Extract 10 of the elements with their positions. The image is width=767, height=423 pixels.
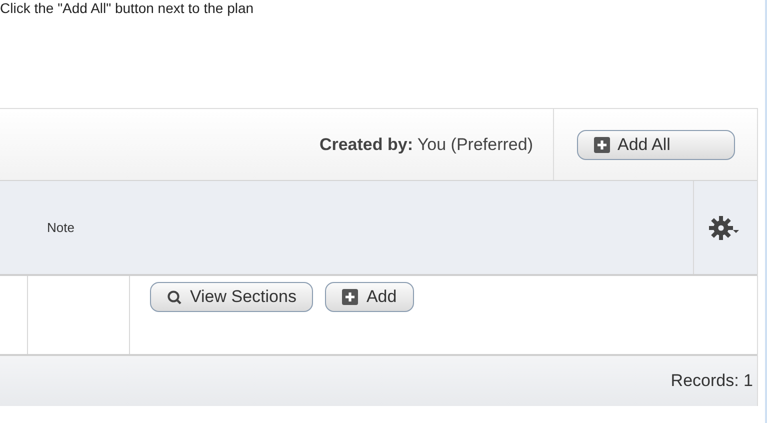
created-by-label: Created by: You (Preferred) bbox=[319, 134, 533, 156]
search-icon bbox=[167, 290, 182, 304]
column-header: Note bbox=[47, 218, 74, 237]
add-all-button[interactable]: Add All bbox=[576, 130, 734, 160]
instruction-text: Click the "Add All" button next to the plan bbox=[0, 0, 254, 16]
view-sections-button[interactable]: View Sections bbox=[150, 282, 314, 312]
records-count: Records: 1 bbox=[670, 370, 753, 392]
plus-icon bbox=[594, 136, 610, 152]
plus-icon bbox=[342, 289, 358, 305]
add-button[interactable]: Add bbox=[325, 282, 414, 312]
